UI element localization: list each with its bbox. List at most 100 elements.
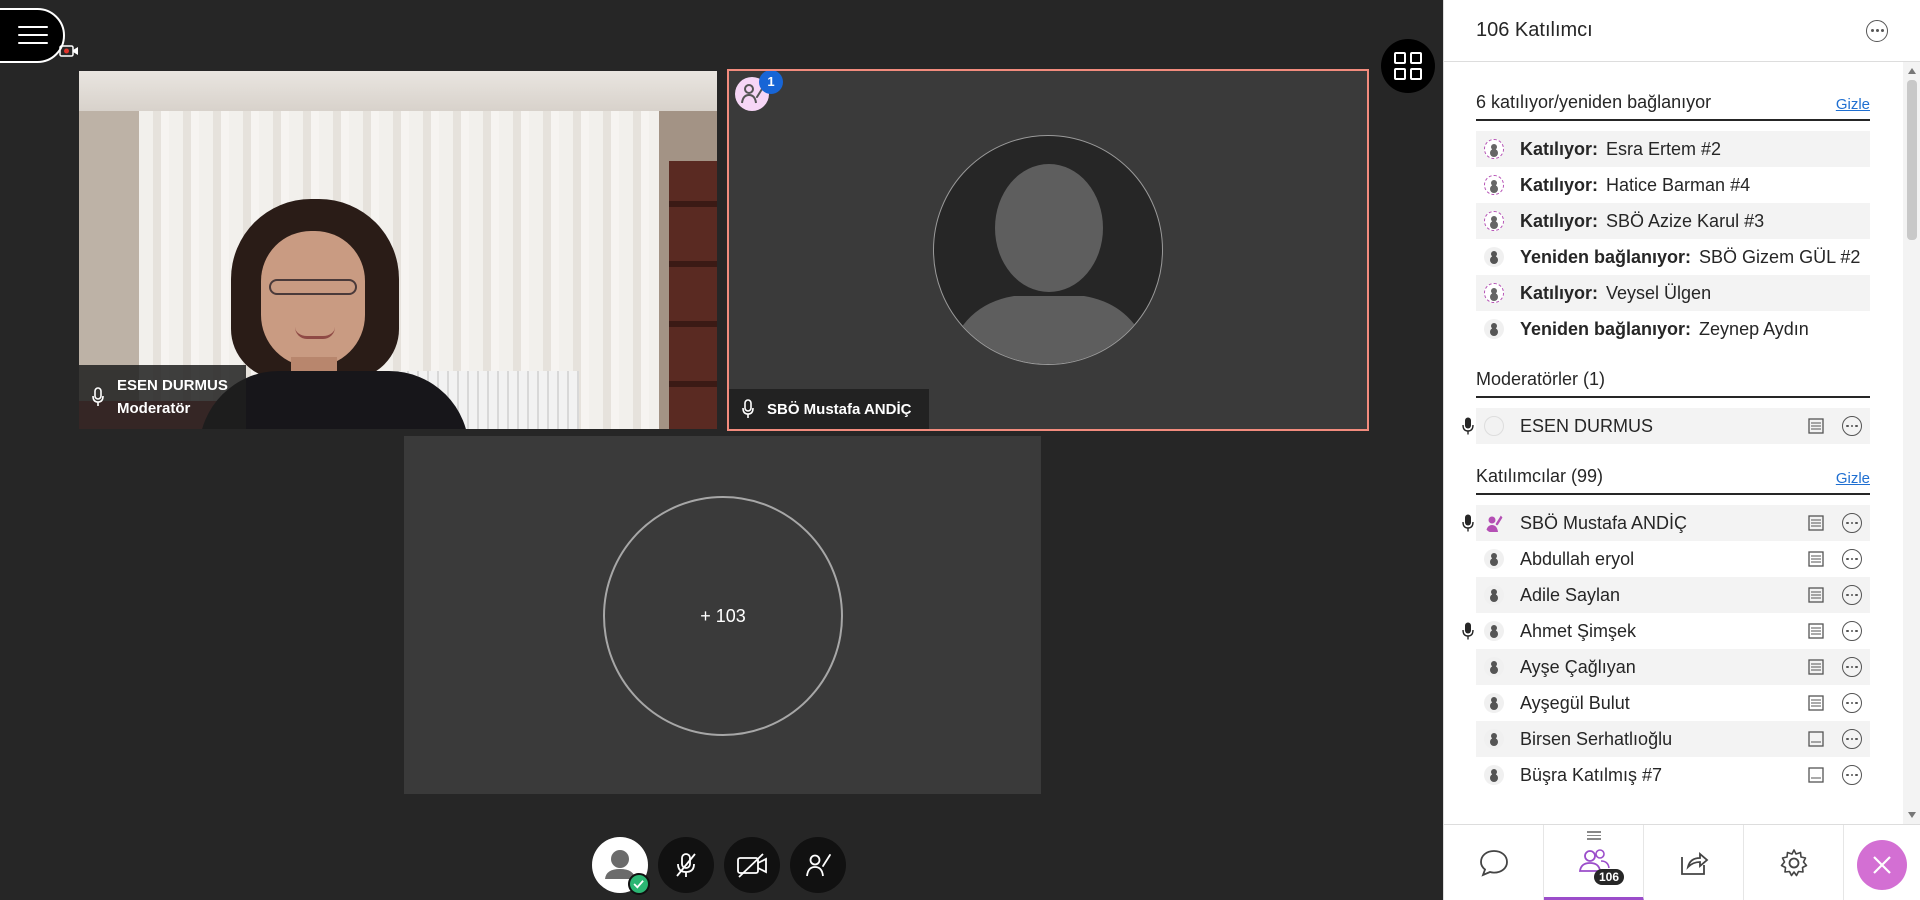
list-item[interactable]: Birsen Serhatlıoğlu — [1476, 721, 1870, 757]
chat-list-icon[interactable] — [1808, 551, 1824, 567]
join-status: Yeniden bağlanıyor: — [1520, 246, 1692, 267]
scrollbar-thumb[interactable] — [1907, 80, 1917, 240]
chat-list-icon[interactable] — [1808, 695, 1824, 711]
more-options-icon[interactable] — [1842, 693, 1862, 713]
join-status: Yeniden bağlanıyor: — [1520, 318, 1692, 339]
share-badge: 1 — [735, 71, 783, 111]
session-menu-button[interactable] — [0, 8, 65, 63]
raise-hand-button[interactable] — [790, 837, 846, 893]
panel-options-button[interactable] — [1866, 19, 1888, 42]
microphone-icon — [742, 399, 754, 418]
avatar — [1484, 765, 1504, 785]
chat-list-icon[interactable] — [1808, 418, 1824, 434]
video-stage: ESEN DURMUS Moderatör 1 SBÖ Mustafa ANDİ… — [0, 0, 1443, 900]
list-item[interactable]: ESEN DURMUS — [1462, 408, 1870, 444]
participant-name: ESEN DURMUS — [117, 377, 228, 394]
more-options-icon[interactable] — [1842, 585, 1862, 605]
microphone-icon — [1462, 417, 1474, 435]
chat-list-icon[interactable] — [1808, 515, 1824, 531]
video-tile-active-speaker[interactable]: 1 SBÖ Mustafa ANDİÇ — [727, 69, 1369, 431]
more-options-icon[interactable] — [1842, 513, 1862, 533]
section-title: Katılımcılar (99) — [1476, 466, 1604, 486]
video-tile-moderator[interactable]: ESEN DURMUS Moderatör — [79, 71, 717, 429]
scroll-down-icon[interactable] — [1908, 812, 1916, 818]
participant-name: Ahmet Şimşek — [1520, 620, 1637, 641]
section-header-joining: 6 katılıyor/yeniden bağlanıyor Gizle — [1476, 92, 1870, 121]
more-options-icon[interactable] — [1842, 416, 1862, 436]
scroll-up-icon[interactable] — [1908, 68, 1916, 74]
more-options-icon[interactable] — [1842, 657, 1862, 677]
close-panel-button[interactable] — [1857, 840, 1907, 890]
section-header-participants: Katılımcılar (99) Gizle — [1476, 466, 1870, 495]
microphone-icon — [92, 387, 104, 406]
gear-icon — [1780, 849, 1807, 877]
join-status: Katılıyor: — [1520, 210, 1599, 231]
list-item[interactable]: Yeniden bağlanıyor: SBÖ Gizem GÜL #2 — [1476, 239, 1870, 275]
microphone-toggle-button[interactable] — [658, 837, 714, 893]
share-icon — [1680, 852, 1708, 875]
my-status-button[interactable] — [592, 837, 650, 895]
chat-list-icon[interactable] — [1808, 623, 1824, 639]
avatar — [1484, 247, 1504, 267]
list-item[interactable]: Katılıyor: Esra Ertem #2 — [1476, 131, 1870, 167]
list-item[interactable]: Ahmet Şimşek — [1462, 613, 1870, 649]
tab-participants[interactable]: 106 — [1544, 825, 1644, 900]
more-options-icon[interactable] — [1842, 621, 1862, 641]
participant-name: Abdullah eryol — [1520, 548, 1635, 569]
list-item[interactable]: Büşra Katılmış #7 — [1476, 757, 1870, 793]
recording-icon — [59, 45, 78, 57]
join-status: Katılıyor: — [1520, 138, 1599, 159]
avatar — [1484, 729, 1504, 749]
more-options-icon[interactable] — [1842, 729, 1862, 749]
chat-empty-icon[interactable] — [1808, 767, 1824, 783]
list-item[interactable]: Ayşegül Bulut — [1476, 685, 1870, 721]
list-item[interactable]: Yeniden bağlanıyor: Zeynep Aydın — [1476, 311, 1870, 347]
join-status: Katılıyor: — [1520, 174, 1599, 195]
avatar — [1484, 621, 1504, 641]
chat-list-icon[interactable] — [1808, 659, 1824, 675]
participant-name: Hatice Barman #4 — [1606, 174, 1751, 195]
list-item[interactable]: Adile Saylan — [1476, 577, 1870, 613]
microphone-icon — [1462, 622, 1474, 640]
panel-title: 106 Katılımcı — [1476, 19, 1593, 41]
participant-name: Ayşegül Bulut — [1520, 692, 1630, 713]
participant-name: ESEN DURMUS — [1520, 415, 1654, 436]
avatar — [1484, 211, 1504, 231]
participant-list[interactable]: 6 katılıyor/yeniden bağlanıyor Gizle Kat… — [1444, 62, 1902, 824]
list-item[interactable]: Abdullah eryol — [1476, 541, 1870, 577]
more-participants-count: + 103 — [603, 496, 843, 736]
list-item[interactable]: Katılıyor: SBÖ Azize Karul #3 — [1476, 203, 1870, 239]
chat-empty-icon[interactable] — [1808, 731, 1824, 747]
list-scrollbar[interactable] — [1903, 62, 1920, 824]
camera-toggle-button[interactable] — [724, 837, 780, 893]
section-title: Moderatörler (1) — [1476, 369, 1606, 389]
video-name-tag: ESEN DURMUS Moderatör — [79, 365, 246, 429]
microphone-muted-icon — [676, 853, 696, 877]
more-options-icon[interactable] — [1842, 549, 1862, 569]
avatar — [1484, 585, 1504, 605]
avatar — [1484, 693, 1504, 713]
tab-chat[interactable] — [1444, 825, 1544, 900]
tab-settings[interactable] — [1744, 825, 1844, 900]
hand-raise-icon — [806, 854, 831, 877]
grid-icon — [1394, 52, 1422, 80]
participant-name: SBÖ Mustafa ANDİÇ — [1520, 512, 1688, 533]
default-avatar — [933, 135, 1163, 365]
list-item[interactable]: Katılıyor: Hatice Barman #4 — [1476, 167, 1870, 203]
participant-name: Esra Ertem #2 — [1606, 138, 1722, 159]
avatar — [1484, 175, 1504, 195]
hide-joining-link[interactable]: Gizle — [1836, 96, 1870, 113]
participant-name: Adile Saylan — [1520, 584, 1621, 605]
status-check-icon — [628, 873, 650, 895]
hide-participants-link[interactable]: Gizle — [1836, 470, 1870, 487]
list-item[interactable]: Katılıyor: Veysel Ülgen — [1476, 275, 1870, 311]
list-item[interactable]: SBÖ Mustafa ANDİÇ — [1462, 505, 1870, 541]
list-item[interactable]: Ayşe Çağlıyan — [1476, 649, 1870, 685]
participant-role: Moderatör — [117, 400, 191, 417]
layout-toggle-button[interactable] — [1381, 39, 1435, 93]
chat-bubble-icon — [1479, 850, 1508, 877]
more-participants-tile[interactable]: + 103 — [404, 436, 1041, 794]
tab-share-content[interactable] — [1644, 825, 1744, 900]
chat-list-icon[interactable] — [1808, 587, 1824, 603]
more-options-icon[interactable] — [1842, 765, 1862, 785]
